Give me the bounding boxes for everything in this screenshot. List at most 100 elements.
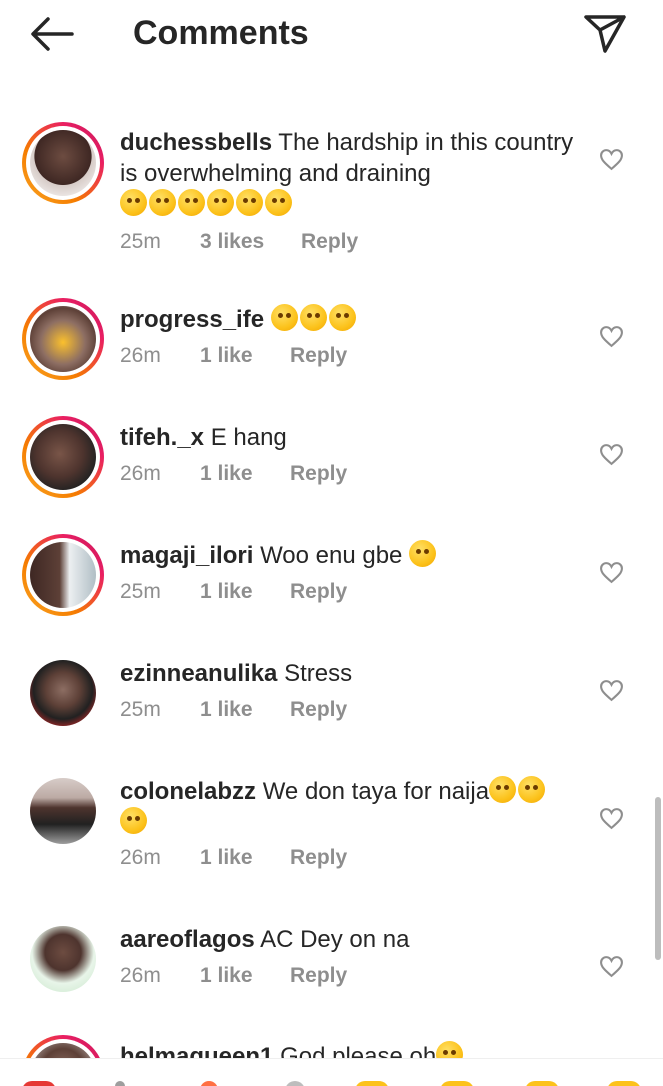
comment-username[interactable]: helmaqueen1 [120,1043,273,1058]
share-button[interactable] [582,12,628,56]
crying-face-icon [409,540,437,567]
crying-face-icon [436,1041,464,1058]
pleading-face-icon [265,189,292,216]
comment-meta: 26m 1 like Reply [120,344,347,368]
tears-of-joy-icon [489,776,517,803]
comment-body: God please oh [280,1043,437,1058]
comment-meta: 25m 3 likes Reply [120,230,358,254]
comment-username[interactable]: ezinneanulika [120,660,277,687]
avatar[interactable] [22,1035,104,1058]
comment-username[interactable]: progress_ife [120,306,264,333]
reply-button[interactable]: Reply [290,698,347,722]
comment-time: 25m [120,580,161,603]
comment-likes[interactable]: 3 likes [200,230,301,254]
comment-body: Woo enu gbe [260,542,403,569]
reply-button[interactable]: Reply [290,344,347,368]
comment-item: duchessbells The hardship in this countr… [0,108,663,278]
comment-body: E hang [210,424,287,451]
heart-eyes-emoji-icon[interactable] [440,1081,474,1086]
comment-username[interactable]: aareoflagos [120,926,255,953]
avatar[interactable] [22,416,104,498]
comment-meta: 26m 1 like Reply [120,964,347,988]
comment-meta: 25m 1 like Reply [120,580,347,604]
avatar[interactable] [22,770,104,852]
comment-time: 25m [120,230,161,253]
comment-item: colonelabzz We don taya for naija 26m 1 l… [0,770,663,910]
tears-of-joy-icon [328,304,356,331]
back-button[interactable] [28,14,76,54]
comment-likes[interactable]: 1 like [200,580,290,604]
avatar[interactable] [22,298,104,380]
crying-emoji-icon[interactable] [355,1081,389,1086]
comment-time: 26m [120,344,161,367]
comment-likes[interactable]: 1 like [200,344,290,368]
comment-likes[interactable]: 1 like [200,964,290,988]
pensive-face-icon [149,189,176,216]
comment-body: Stress [284,660,353,687]
reply-button[interactable]: Reply [290,846,347,870]
comment-time: 26m [120,964,161,987]
comment-time: 25m [120,698,161,721]
comment-text: duchessbells The hardship in this countr… [120,127,580,220]
comment-meta: 26m 1 like Reply [120,462,347,486]
comment-text: colonelabzz We don taya for naija [120,776,575,838]
heart-icon[interactable] [599,679,624,702]
tears-of-joy-icon [299,304,327,331]
heart-icon[interactable] [599,148,624,171]
fire-emoji-icon[interactable] [200,1081,218,1086]
reply-button[interactable]: Reply [301,230,358,254]
reply-button[interactable]: Reply [290,462,347,486]
pensive-face-icon [178,189,205,216]
header-bar: Comments [0,0,663,70]
comment-meta: 25m 1 like Reply [120,698,347,722]
comment-time: 26m [120,846,161,869]
shocked-emoji-icon[interactable] [525,1081,559,1086]
comment-text: helmaqueen1 God please oh [120,1041,580,1058]
comment-meta: 26m 1 like Reply [120,846,347,870]
comment-text: ezinneanulika Stress [120,658,580,689]
comment-text: tifeh._x E hang [120,422,580,453]
heart-icon[interactable] [599,443,624,466]
comment-likes[interactable]: 1 like [200,462,290,486]
comment-username[interactable]: magaji_ilori [120,542,253,569]
comment-item: tifeh._x E hang 26m 1 like Reply [0,416,663,526]
avatar[interactable] [22,534,104,616]
comment-item: progress_ife 26m 1 like Reply [0,298,663,408]
comment-item: magaji_ilori Woo enu gbe 25m 1 like Reply [0,534,663,644]
pleading-face-icon [236,189,263,216]
avatar[interactable] [22,652,104,734]
laughing-emoji-icon[interactable] [607,1081,641,1086]
heart-emoji-icon[interactable] [22,1081,56,1086]
paper-plane-icon [584,15,626,53]
comment-likes[interactable]: 1 like [200,846,290,870]
comment-time: 26m [120,462,161,485]
scrollbar[interactable] [655,797,661,960]
comment-username[interactable]: colonelabzz [120,778,256,805]
pleading-face-icon [207,189,234,216]
avatar[interactable] [22,918,104,1000]
heart-icon[interactable] [599,325,624,348]
clap-emoji-icon[interactable] [285,1081,305,1086]
comment-body: We don taya for naija [262,778,490,805]
comment-text: magaji_ilori Woo enu gbe [120,540,580,571]
hands-emoji-icon[interactable] [115,1081,125,1086]
comment-username[interactable]: duchessbells [120,129,272,156]
comment-body: AC Dey on na [260,926,410,953]
comment-item: helmaqueen1 God please oh [0,1035,663,1058]
comment-likes[interactable]: 1 like [200,698,290,722]
comment-item: aareoflagos AC Dey on na 26m 1 like Reply [0,918,663,1028]
comment-text: progress_ife [120,304,580,335]
arrow-left-icon [31,17,74,51]
comment-username[interactable]: tifeh._x [120,424,204,451]
heart-icon[interactable] [599,561,624,584]
avatar[interactable] [22,122,104,204]
comment-text: aareoflagos AC Dey on na [120,924,580,955]
emoji-quick-bar [0,1058,663,1086]
heart-icon[interactable] [599,955,624,978]
tears-of-joy-icon [518,776,546,803]
reply-button[interactable]: Reply [290,964,347,988]
reply-button[interactable]: Reply [290,580,347,604]
tears-of-joy-icon [270,304,298,331]
heart-icon[interactable] [599,807,624,830]
comment-item: ezinneanulika Stress 25m 1 like Reply [0,652,663,762]
